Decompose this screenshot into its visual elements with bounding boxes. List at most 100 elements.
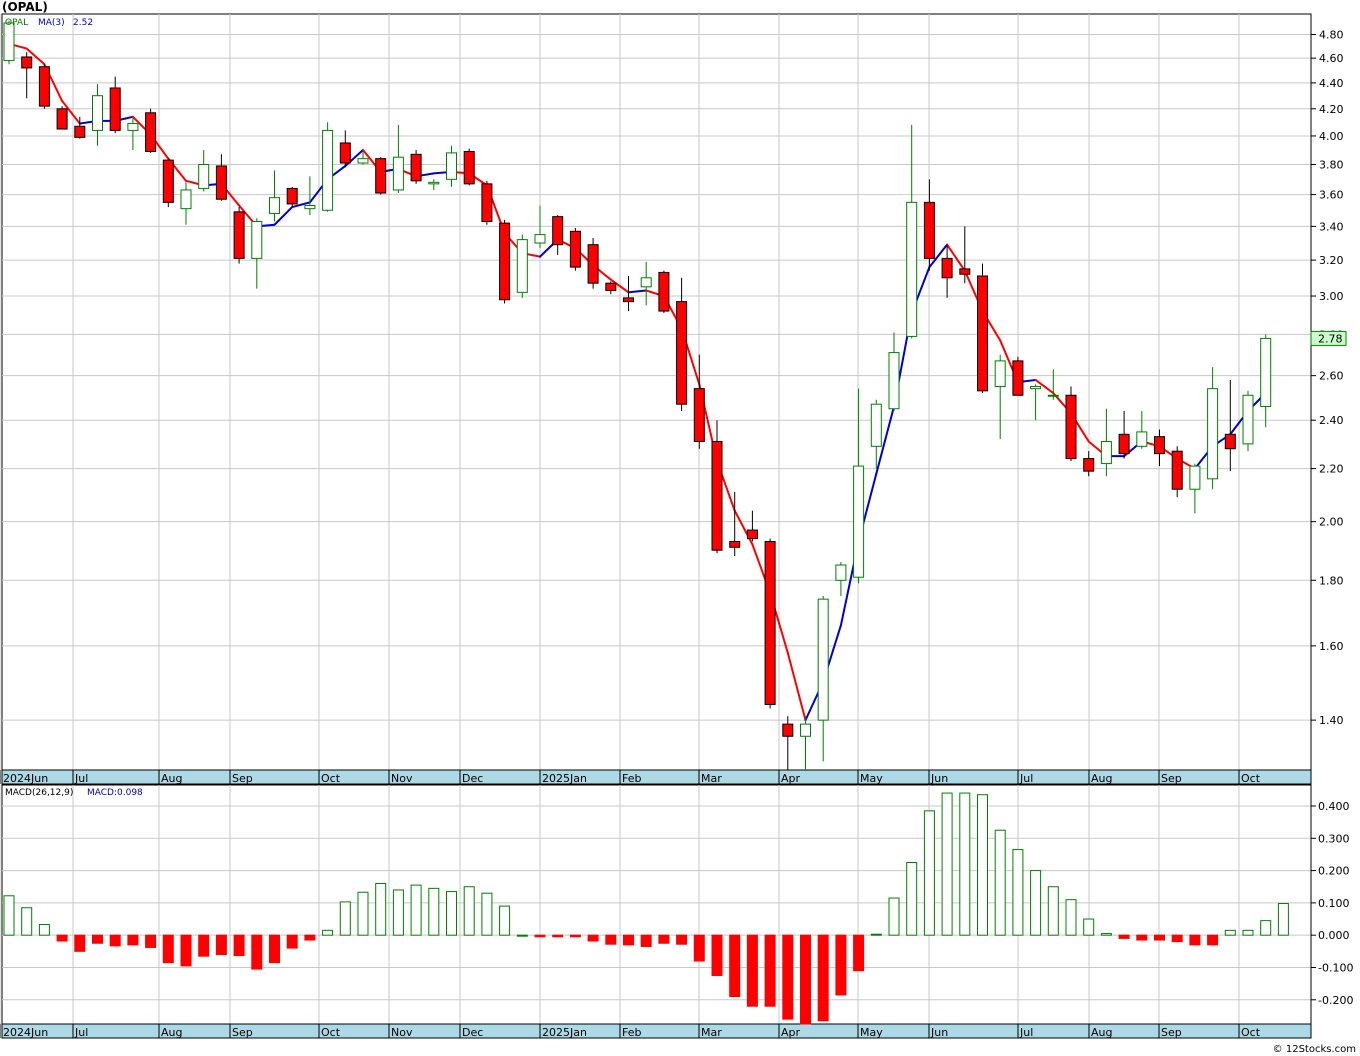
- macd-date-band: [1, 1023, 1312, 1039]
- macd-bar: [764, 934, 776, 1007]
- price-date-label: Jul: [74, 772, 88, 785]
- candle-body: [1083, 458, 1095, 472]
- macd-date-label: Sep: [232, 1026, 253, 1039]
- candle-body: [1118, 433, 1130, 455]
- macd-bar: [1136, 934, 1148, 941]
- candle-body: [1154, 436, 1165, 455]
- macd-bar: [339, 901, 351, 936]
- macd-bar: [1100, 933, 1112, 936]
- price-date-label: Jul: [1019, 772, 1033, 785]
- candle-body: [3, 22, 15, 62]
- macd-bar: [304, 934, 316, 941]
- candle-body: [1260, 337, 1272, 407]
- macd-bar: [623, 934, 634, 946]
- price-tick-label: 2.40: [1319, 414, 1344, 427]
- candle-body: [56, 108, 68, 130]
- macd-bar: [251, 934, 263, 970]
- macd-bar: [375, 883, 387, 936]
- macd-bar: [870, 933, 882, 936]
- candle-body: [357, 158, 369, 164]
- macd-bar: [817, 934, 829, 1022]
- price-tick-label: 3.40: [1319, 220, 1344, 233]
- macd-tick-label: 0.400: [1318, 800, 1350, 813]
- macd-bar: [74, 934, 86, 952]
- price-panel-frame: [1, 13, 1312, 771]
- price-tick-label: 2.60: [1319, 370, 1344, 383]
- macd-date-label: 2025Jan: [542, 1026, 587, 1039]
- macd-bar: [1030, 870, 1042, 936]
- macd-bar: [499, 905, 511, 936]
- candle-body: [569, 230, 581, 268]
- price-tick-label: 4.00: [1319, 130, 1344, 143]
- candle-body: [198, 163, 210, 189]
- macd-bar: [693, 934, 705, 962]
- macd-tick-label: 0.300: [1318, 832, 1350, 845]
- macd-bar: [587, 934, 599, 942]
- macd-bar: [322, 929, 334, 936]
- candle-body: [1047, 394, 1059, 397]
- price-date-label: Mar: [701, 772, 722, 785]
- candle-body: [304, 204, 316, 210]
- macd-bar: [534, 934, 546, 938]
- macd-bar: [640, 934, 652, 947]
- candle-body: [977, 275, 988, 392]
- macd-bar: [1083, 918, 1095, 936]
- candle-body: [463, 150, 475, 185]
- macd-bar: [552, 934, 564, 938]
- candle-body: [392, 156, 404, 191]
- macd-bar: [605, 934, 617, 945]
- macd-tick-label: 0.000: [1318, 929, 1350, 942]
- candle-body: [782, 723, 794, 737]
- price-tick-label: 4.20: [1319, 103, 1344, 116]
- candle-body: [605, 282, 617, 291]
- macd-bar: [711, 934, 723, 977]
- macd-bar: [215, 934, 227, 956]
- candle-body: [1242, 394, 1254, 445]
- macd-bar: [1242, 929, 1254, 936]
- macd-bar: [906, 862, 918, 936]
- macd-date-label: Aug: [161, 1026, 182, 1039]
- macd-bar: [1154, 934, 1165, 941]
- macd-bar: [1171, 934, 1183, 943]
- candle-body: [923, 201, 935, 259]
- macd-bar: [109, 934, 121, 947]
- macd-bar: [145, 934, 157, 948]
- price-tick-label: 4.60: [1319, 52, 1344, 65]
- candle-body: [800, 723, 811, 737]
- legend-ma-label: MA(3): [38, 18, 65, 28]
- macd-bar: [923, 810, 935, 936]
- macd-date-label: Aug: [1091, 1026, 1112, 1039]
- candle-body: [1012, 360, 1024, 396]
- macd-date-label: Dec: [462, 1026, 483, 1039]
- macd-bar: [569, 934, 581, 938]
- candle-body: [640, 277, 652, 288]
- price-tick-label: 3.80: [1319, 158, 1344, 171]
- macd-date-label: Sep: [1161, 1026, 1182, 1039]
- price-date-label: Sep: [232, 772, 253, 785]
- price-date-band: [1, 769, 1312, 785]
- candle-body: [1136, 431, 1148, 447]
- candle-body: [711, 440, 723, 551]
- macd-bar: [410, 884, 422, 936]
- macd-bar: [746, 934, 758, 1007]
- candle-body: [269, 197, 280, 214]
- candle-body: [853, 465, 865, 578]
- candle-body: [481, 183, 493, 222]
- price-tick-label: 3.00: [1319, 290, 1344, 303]
- macd-tick-label: -0.100: [1318, 961, 1353, 974]
- price-date-label: Oct: [1241, 772, 1261, 785]
- macd-bar: [286, 934, 298, 949]
- candle-body: [817, 598, 829, 721]
- macd-date-label: May: [860, 1026, 883, 1039]
- macd-bar: [1065, 899, 1077, 936]
- candle-body: [676, 301, 688, 405]
- copyright-footer: © 12Stocks.com: [1272, 1044, 1356, 1055]
- candle-body: [127, 123, 139, 131]
- legend-symbol: OPAL: [5, 18, 28, 28]
- candle-body: [410, 153, 422, 182]
- price-date-label: 2025Jan: [542, 772, 587, 785]
- price-date-label: Nov: [391, 772, 413, 785]
- macd-date-label: Feb: [622, 1026, 641, 1039]
- macd-bar: [516, 934, 528, 937]
- chart-canvas: 4.80 4.60 4.40 4.20 4.00 3.80 3.60 3.40 3.20 3.00…: [0, 13, 1353, 1039]
